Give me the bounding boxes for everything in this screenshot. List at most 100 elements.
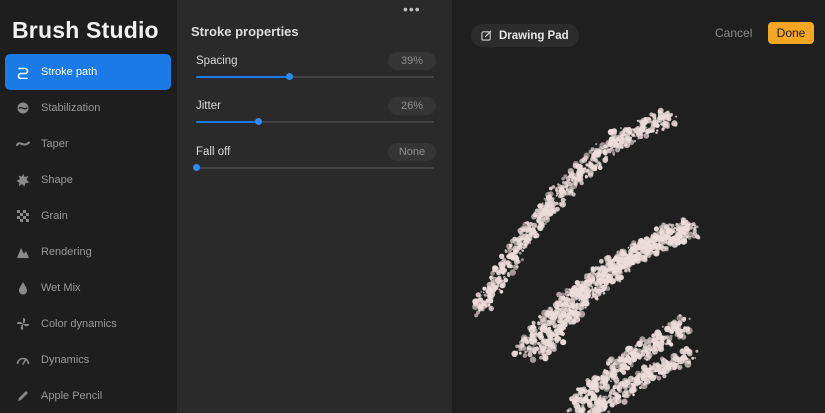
brush-speck bbox=[671, 120, 678, 127]
brush-speck bbox=[685, 326, 691, 331]
brush-speck bbox=[674, 362, 679, 367]
brush-speck bbox=[644, 251, 650, 256]
brush-speck bbox=[568, 407, 573, 412]
brush-speck bbox=[636, 119, 639, 122]
brush-speck bbox=[676, 240, 681, 246]
brush-speck bbox=[610, 371, 617, 378]
brush-speck bbox=[689, 223, 694, 227]
brush-speck bbox=[539, 355, 543, 360]
brush-speck bbox=[685, 223, 689, 228]
brush-speck bbox=[517, 236, 523, 242]
falloff-track[interactable] bbox=[193, 164, 434, 171]
sidebar-item-stabilization[interactable]: Stabilization bbox=[5, 90, 171, 126]
brush-speck bbox=[635, 370, 641, 377]
brush-speck bbox=[577, 164, 584, 171]
spacing-value[interactable]: 39% bbox=[388, 52, 436, 70]
sidebar-item-grain[interactable]: Grain bbox=[5, 198, 171, 234]
brush-speck bbox=[585, 174, 588, 177]
taper-icon bbox=[16, 137, 30, 151]
brush-speck bbox=[620, 263, 624, 267]
brush-speck bbox=[645, 126, 648, 129]
jitter-track[interactable] bbox=[196, 118, 434, 125]
brush-speck bbox=[537, 341, 541, 346]
brush-speck bbox=[525, 234, 529, 238]
brush-speck bbox=[626, 357, 630, 360]
brush-speck bbox=[592, 395, 596, 398]
brush-speck bbox=[603, 145, 607, 149]
brush-speck bbox=[601, 395, 606, 400]
brush-speck bbox=[650, 235, 655, 239]
sidebar-item-dynamics[interactable]: Dynamics bbox=[5, 342, 171, 378]
brush-speck bbox=[606, 279, 609, 283]
brush-speck bbox=[476, 310, 480, 315]
brush-speck bbox=[668, 328, 674, 334]
brush-speck bbox=[633, 140, 637, 143]
brush-speck bbox=[616, 250, 621, 255]
brush-speck bbox=[555, 206, 560, 212]
brush-speck bbox=[581, 178, 584, 181]
jitter-knob[interactable] bbox=[254, 118, 262, 125]
brush-speck bbox=[619, 248, 624, 253]
brush-speck bbox=[636, 355, 639, 358]
brush-speck bbox=[499, 253, 505, 259]
brush-speck bbox=[620, 138, 625, 143]
brush-speck bbox=[500, 259, 508, 267]
brush-speck bbox=[611, 148, 615, 152]
falloff-knob[interactable] bbox=[193, 164, 200, 171]
spacing-slider[interactable]: Spacing 39% bbox=[196, 52, 436, 95]
brush-speck bbox=[655, 362, 660, 367]
brush-speck bbox=[571, 192, 576, 197]
brush-speck bbox=[613, 141, 616, 144]
brush-speck bbox=[559, 188, 565, 194]
brush-speck bbox=[649, 370, 654, 375]
brush-speck bbox=[606, 372, 609, 375]
brush-speck bbox=[628, 136, 632, 140]
brush-speck bbox=[641, 349, 644, 353]
brush-speck bbox=[632, 254, 636, 258]
app-title: Brush Studio bbox=[12, 17, 159, 43]
spacing-label: Spacing bbox=[196, 55, 238, 67]
cancel-button[interactable]: Cancel bbox=[715, 26, 752, 40]
brush-speck bbox=[596, 385, 599, 389]
done-button[interactable]: Done bbox=[768, 22, 814, 44]
drawing-pad[interactable]: Drawing Pad Cancel Done bbox=[452, 0, 825, 413]
brush-speck bbox=[661, 325, 664, 328]
sidebar-item-apple-pencil[interactable]: Apple Pencil bbox=[5, 378, 171, 413]
jitter-slider[interactable]: Jitter 26% bbox=[196, 97, 436, 140]
brush-speck bbox=[659, 228, 664, 233]
brush-speck bbox=[665, 234, 670, 239]
brush-speck bbox=[648, 117, 651, 121]
brush-speck bbox=[649, 348, 653, 352]
falloff-value[interactable]: None bbox=[388, 143, 436, 161]
brush-speck bbox=[533, 211, 536, 214]
brush-speck bbox=[618, 270, 622, 274]
brush-speck bbox=[649, 112, 654, 117]
brush-speck bbox=[533, 338, 536, 341]
brush-speck bbox=[512, 264, 519, 270]
brush-speck bbox=[491, 283, 494, 286]
brush-speck bbox=[633, 243, 640, 251]
sidebar-item-shape[interactable]: Shape bbox=[5, 162, 171, 198]
sidebar-item-color-dynamics[interactable]: Color dynamics bbox=[5, 306, 171, 342]
spacing-track[interactable] bbox=[196, 73, 434, 80]
brush-speck bbox=[569, 188, 573, 192]
brush-speck bbox=[583, 167, 587, 171]
brush-speck bbox=[537, 321, 540, 324]
brush-speck bbox=[680, 217, 685, 222]
jitter-value[interactable]: 26% bbox=[388, 97, 436, 115]
brush-speck bbox=[554, 201, 559, 206]
drawing-pad-tab[interactable]: Drawing Pad bbox=[471, 24, 579, 47]
sidebar-item-taper[interactable]: Taper bbox=[5, 126, 171, 162]
brush-speck bbox=[631, 385, 636, 390]
sidebar-item-stroke-path[interactable]: Stroke path bbox=[5, 54, 171, 90]
more-icon[interactable]: ••• bbox=[403, 1, 421, 17]
brush-speck bbox=[521, 249, 524, 252]
brush-speck bbox=[669, 115, 672, 118]
spacing-knob[interactable] bbox=[285, 73, 293, 80]
brush-speck bbox=[600, 276, 605, 281]
brush-speck bbox=[640, 380, 643, 384]
sidebar-item-rendering[interactable]: Rendering bbox=[5, 234, 171, 270]
drawing-canvas[interactable] bbox=[452, 0, 825, 413]
sidebar-item-wet-mix[interactable]: Wet Mix bbox=[5, 270, 171, 306]
falloff-slider[interactable]: Fall off None bbox=[193, 143, 436, 186]
